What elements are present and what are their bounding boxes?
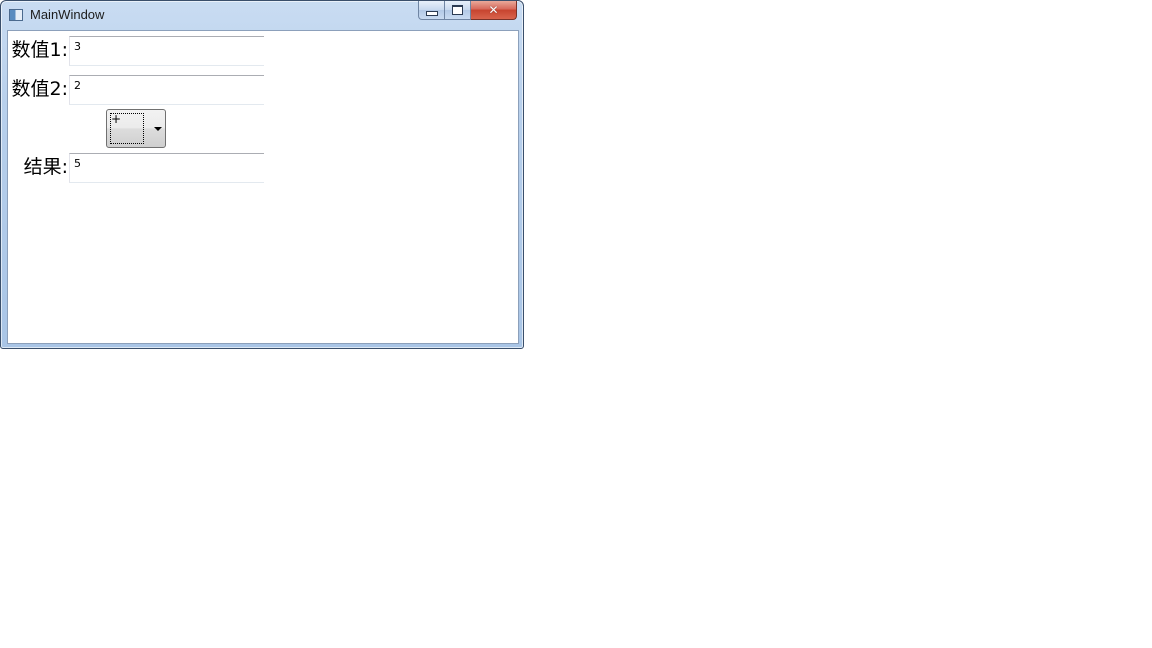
value1-label: 数值1:: [11, 39, 69, 61]
value2-input[interactable]: 2: [69, 75, 264, 105]
chevron-down-icon[interactable]: [154, 127, 162, 131]
operator-selected-value: +: [111, 112, 122, 126]
value1-input[interactable]: 3: [69, 36, 264, 66]
result-input[interactable]: 5: [69, 153, 264, 183]
result-label: 结果:: [23, 156, 68, 178]
operator-combobox[interactable]: +: [106, 109, 166, 148]
maximize-button[interactable]: [445, 1, 471, 20]
window-title: MainWindow: [30, 7, 105, 22]
caption-buttons: ✕: [418, 1, 517, 20]
client-area: 数值1: 3 数值2: 2 + 结果: 5: [7, 30, 519, 344]
title-bar[interactable]: MainWindow ✕: [1, 1, 523, 30]
maximize-icon: [452, 5, 463, 15]
value2-label: 数值2:: [11, 78, 69, 100]
close-icon: ✕: [488, 3, 499, 17]
close-button[interactable]: ✕: [471, 1, 517, 20]
minimize-icon: [425, 10, 438, 16]
minimize-button[interactable]: [418, 1, 445, 20]
main-window: MainWindow ✕ 数值1: 3 数值2: 2 + 结果: 5: [0, 0, 524, 349]
app-window-icon[interactable]: [9, 9, 23, 21]
